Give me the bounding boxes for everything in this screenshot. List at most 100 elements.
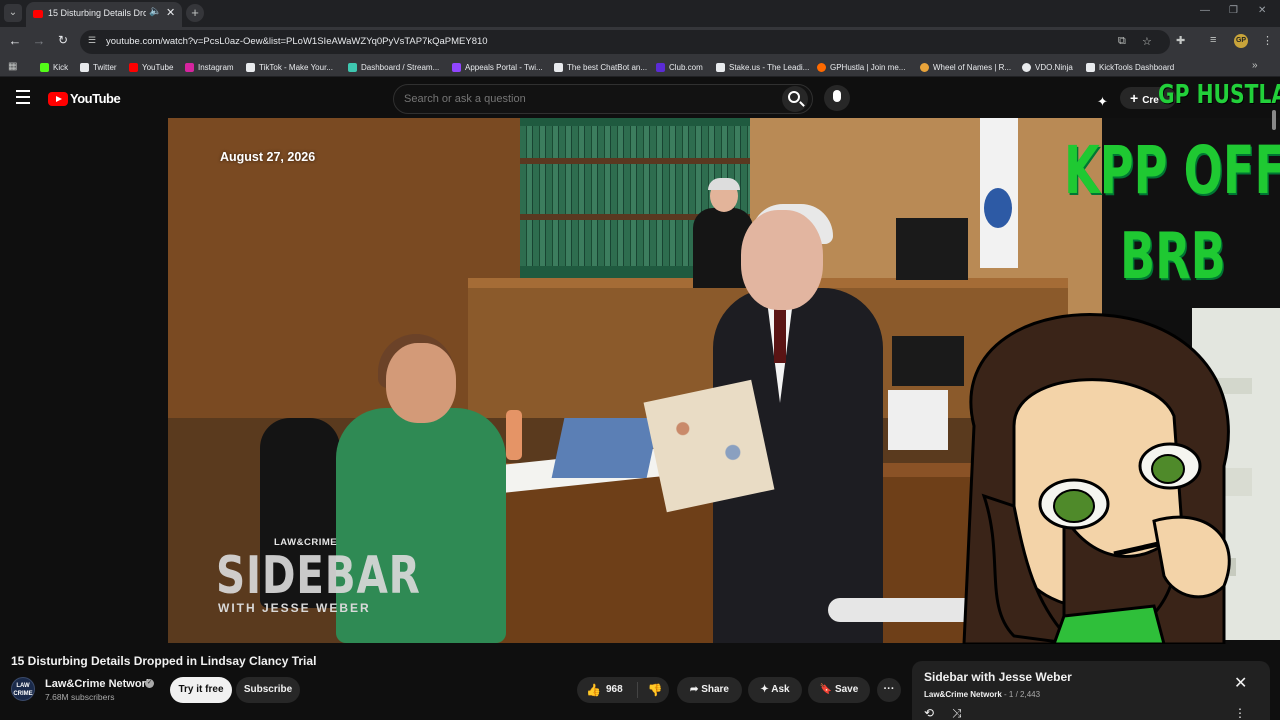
chrome-menu-icon[interactable]: ⋮ [1262, 34, 1273, 47]
bookmark-label: VDO.Ninja [1035, 62, 1073, 72]
address-bar[interactable]: ☰ youtube.com/watch?v=PcsL0az-Oew&list=P… [80, 30, 1170, 54]
more-actions-icon[interactable]: ··· [877, 678, 901, 702]
subscriber-count: 7.68M subscribers [45, 692, 115, 702]
restore-icon[interactable]: ❐ [1229, 5, 1238, 16]
gphustla-icon [817, 62, 826, 72]
subscribe-button[interactable]: Subscribe [236, 677, 300, 703]
bookmark-label: KickTools Dashboard [1099, 62, 1175, 72]
verified-badge-icon: ✓ [145, 679, 154, 688]
window-close-icon[interactable]: ✕ [1258, 5, 1266, 16]
x-icon [80, 62, 89, 72]
streamer-cartoon-avatar [962, 313, 1231, 644]
club-icon [656, 62, 665, 72]
tiktok-icon [246, 62, 255, 72]
profile-avatar[interactable]: GP [1234, 34, 1248, 48]
bookmark-wheel[interactable]: Wheel of Names | R... [920, 61, 1011, 73]
share-button[interactable]: ➦ Share [677, 677, 742, 703]
overlay-status-line1: KPP OFF [1064, 132, 1280, 209]
chatbot-icon [554, 62, 563, 72]
judge-hair [708, 178, 740, 190]
youtube-logo-icon[interactable] [48, 92, 68, 106]
bookmark-youtube[interactable]: YouTube [129, 61, 173, 73]
youtube-icon [129, 62, 138, 72]
attorney-head [741, 210, 823, 310]
bookmark-chatbot[interactable]: The best ChatBot an... [554, 61, 647, 73]
bookmark-label: TikTok - Make Your... [259, 62, 333, 72]
dashboard-icon [348, 62, 357, 72]
tab-search-chevron-icon[interactable]: ⌄ [4, 4, 22, 22]
loop-icon[interactable]: ⟲ [924, 706, 934, 720]
like-count: 968 [606, 684, 623, 695]
playlist-menu-icon[interactable]: ⋮ [1234, 706, 1246, 720]
tab-title: 15 Disturbing Details Dropp [48, 8, 146, 18]
sidebar-watermark-title: SIDEBAR [216, 546, 421, 606]
bookmark-twitter[interactable]: Twitter [80, 61, 117, 73]
shuffle-icon[interactable]: ⤨ [952, 706, 962, 720]
extensions-icon[interactable]: ✚ [1176, 34, 1185, 47]
media-controls-icon[interactable]: ≡ [1210, 34, 1216, 46]
bookmark-kick[interactable]: Kick [40, 61, 68, 73]
bookmark-label: Kick [53, 62, 69, 72]
bookmark-label: Dashboard / Stream... [361, 62, 440, 72]
bookmark-gphustla[interactable]: GPHustla | Join me... [817, 61, 905, 73]
bookmark-appeals[interactable]: Appeals Portal - Twi... [452, 61, 543, 73]
like-button[interactable]: 👍 968 [577, 677, 635, 703]
overlay-status-line2: BRB [1120, 220, 1226, 294]
youtube-logo-text[interactable]: YouTube [70, 91, 121, 106]
sidebar-watermark-host: WITH JESSE WEBER [218, 601, 371, 615]
try-it-free-button[interactable]: Try it free [170, 677, 232, 703]
save-label: Save [834, 684, 859, 695]
playlist-owner[interactable]: Law&Crime Network [924, 690, 1002, 699]
bookmark-label: GPHustla | Join me... [830, 62, 906, 72]
woman-head [386, 343, 456, 423]
playlist-subtitle: Law&Crime Network - 1 / 2,443 [924, 690, 1040, 699]
bookmark-dashboard[interactable]: Dashboard / Stream... [348, 61, 439, 73]
new-tab-button[interactable]: + [186, 4, 204, 22]
microphone-icon [833, 90, 841, 102]
bookmark-icon: 🔖 [819, 684, 833, 695]
channel-avatar[interactable]: LAW CRIME [11, 677, 35, 701]
cast-icon[interactable]: ✦ [1097, 94, 1108, 110]
voice-search-button[interactable] [824, 85, 850, 111]
binder [643, 379, 775, 513]
tab-close-icon[interactable]: ✕ [166, 6, 175, 19]
url-text[interactable]: youtube.com/watch?v=PcsL0az-Oew&list=PLo… [106, 36, 488, 47]
bookmark-vdoninja[interactable]: VDO.Ninja [1022, 61, 1073, 73]
like-divider [637, 682, 638, 698]
bookmark-tiktok[interactable]: TikTok - Make Your... [246, 61, 333, 73]
stake-icon [716, 62, 725, 72]
channel-name[interactable]: Law&Crime Network [45, 678, 152, 690]
dislike-button[interactable]: 👎 [641, 677, 669, 703]
share-icon: ➦ [690, 684, 699, 695]
reload-icon[interactable]: ↻ [54, 33, 72, 47]
save-button[interactable]: 🔖 Save [808, 677, 870, 703]
bookmark-club[interactable]: Club.com [656, 61, 703, 73]
bookmark-star-icon[interactable]: ☆ [1142, 35, 1152, 48]
more-bookmarks-icon[interactable]: » [1252, 60, 1258, 71]
site-info-icon[interactable]: ☰ [88, 35, 100, 47]
forward-icon[interactable]: → [30, 33, 48, 48]
like-dislike-group: 👍 968 👎 [577, 677, 669, 703]
ask-button[interactable]: ✦ Ask [748, 677, 802, 703]
search-box[interactable] [393, 84, 813, 114]
guide-menu-icon[interactable] [16, 90, 30, 104]
browser-tab-active[interactable]: 15 Disturbing Details Dropp 🔈 ✕ [26, 2, 182, 27]
search-button[interactable] [782, 86, 808, 112]
shelf [520, 158, 750, 164]
playlist-close-icon[interactable]: ✕ [1234, 673, 1247, 693]
video-title: 15 Disturbing Details Dropped in Lindsay… [11, 654, 317, 668]
search-input[interactable] [404, 93, 764, 105]
playlist-title[interactable]: Sidebar with Jesse Weber [924, 670, 1072, 684]
apps-grid-icon[interactable]: ▦ [8, 61, 17, 72]
plus-icon: + [1130, 90, 1139, 106]
install-app-icon[interactable]: ⧉ [1118, 35, 1126, 48]
bookmark-stake[interactable]: Stake.us - The Leadi... [716, 61, 809, 73]
bookmark-kicktools[interactable]: KickTools Dashboard [1086, 61, 1174, 73]
speaker-icon[interactable]: 🔈 [149, 6, 161, 17]
minimize-icon[interactable]: — [1200, 5, 1210, 16]
back-icon[interactable]: ← [6, 33, 24, 48]
page-scrollbar[interactable] [1272, 110, 1276, 130]
create-label: Cre [1142, 95, 1159, 106]
bookmark-instagram[interactable]: Instagram [185, 61, 234, 73]
bookmark-label: Twitter [93, 62, 117, 72]
